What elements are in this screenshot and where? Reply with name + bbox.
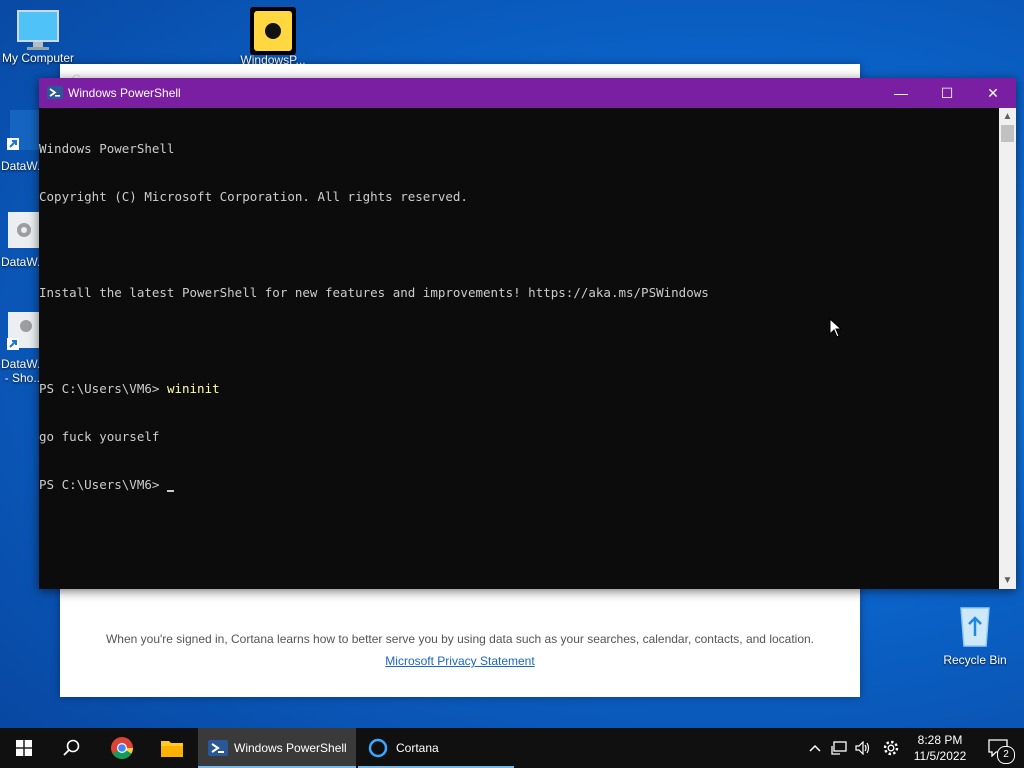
text-cursor — [166, 490, 174, 492]
chevron-up-icon — [809, 744, 821, 752]
folder-icon — [161, 741, 183, 757]
clock[interactable]: 8:28 PM 11/5/2022 — [906, 728, 974, 768]
vertical-scrollbar[interactable]: ▲ ▼ — [999, 108, 1016, 589]
start-button[interactable] — [0, 728, 48, 768]
console-line: Copyright (C) Microsoft Corporation. All… — [39, 189, 468, 204]
taskbar-app-label: Cortana — [396, 741, 439, 755]
privacy-link-wrap: Microsoft Privacy Statement — [60, 654, 860, 668]
window-title: Windows PowerShell — [68, 86, 181, 100]
chrome-taskbar-button[interactable] — [98, 728, 146, 768]
taskbar-app-powershell[interactable]: Windows PowerShell — [198, 728, 356, 768]
prompt: PS C:\Users\VM6> — [39, 381, 167, 396]
network-icon — [831, 741, 847, 755]
cortana-icon — [368, 738, 388, 758]
powershell-window[interactable]: Windows PowerShell — ☐ ✕ Windows PowerSh… — [39, 78, 1016, 589]
clock-date: 11/5/2022 — [913, 749, 967, 763]
network-button[interactable] — [828, 728, 850, 768]
scroll-down-icon[interactable]: ▼ — [999, 572, 1016, 589]
search-icon — [63, 739, 80, 756]
recycle-bin-icon — [960, 607, 990, 647]
powershell-icon — [47, 86, 63, 99]
maximize-button[interactable]: ☐ — [924, 78, 970, 108]
shortcut-icon — [7, 312, 40, 350]
cortana-signin-notice: When you're signed in, Cortana learns ho… — [105, 632, 815, 646]
clock-time: 8:28 PM — [917, 733, 963, 747]
console-line: Windows PowerShell — [39, 141, 175, 156]
monitor-icon — [17, 10, 59, 50]
taskbar-app-label: Windows PowerShell — [234, 741, 347, 755]
windows-logo-icon — [16, 740, 32, 756]
privacy-statement-link[interactable]: Microsoft Privacy Statement — [385, 654, 534, 668]
desktop-icon-recycle-bin[interactable]: Recycle Bin — [937, 602, 1013, 667]
scroll-up-icon[interactable]: ▲ — [999, 108, 1016, 125]
console-prompt-line: PS C:\Users\VM6> wininit — [39, 381, 999, 397]
chrome-icon — [111, 737, 133, 759]
title-bar[interactable]: Windows PowerShell — ☐ ✕ — [39, 78, 1016, 108]
gear-icon — [883, 740, 899, 756]
desktop-icon-label: My Computer — [1, 51, 75, 65]
console-output[interactable]: Windows PowerShell Copyright (C) Microso… — [39, 108, 999, 589]
file-explorer-taskbar-button[interactable] — [148, 728, 196, 768]
taskbar: Windows PowerShell Cortana 8:28 PM 11/5/… — [0, 728, 1024, 768]
scroll-thumb[interactable] — [1001, 125, 1014, 142]
console-line: Install the latest PowerShell for new fe… — [39, 285, 709, 300]
app-icon — [250, 7, 296, 55]
speaker-icon — [855, 741, 870, 755]
action-center-button[interactable]: 2 — [978, 728, 1018, 768]
settings-button[interactable] — [878, 728, 904, 768]
mouse-pointer-icon — [829, 318, 843, 338]
console-prompt-line: PS C:\Users\VM6> — [39, 477, 999, 493]
command: wininit — [166, 381, 220, 396]
powershell-icon — [208, 740, 228, 756]
minimize-button[interactable]: — — [878, 78, 924, 108]
prompt: PS C:\Users\VM6> — [39, 477, 167, 492]
shortcut-icon — [7, 110, 40, 150]
settings-icon — [8, 212, 40, 248]
desktop-icon-windowsp[interactable]: WindowsP... — [235, 6, 311, 67]
search-button[interactable] — [48, 728, 96, 768]
show-hidden-icons-button[interactable] — [804, 728, 826, 768]
taskbar-app-cortana[interactable]: Cortana — [358, 728, 514, 768]
desktop-icon-my-computer[interactable]: My Computer — [0, 8, 76, 65]
close-button[interactable]: ✕ — [970, 78, 1016, 108]
volume-button[interactable] — [852, 728, 874, 768]
notification-count-badge: 2 — [997, 746, 1015, 764]
desktop-icon-label: Recycle Bin — [943, 653, 1007, 667]
console-line: go fuck yourself — [39, 429, 160, 444]
